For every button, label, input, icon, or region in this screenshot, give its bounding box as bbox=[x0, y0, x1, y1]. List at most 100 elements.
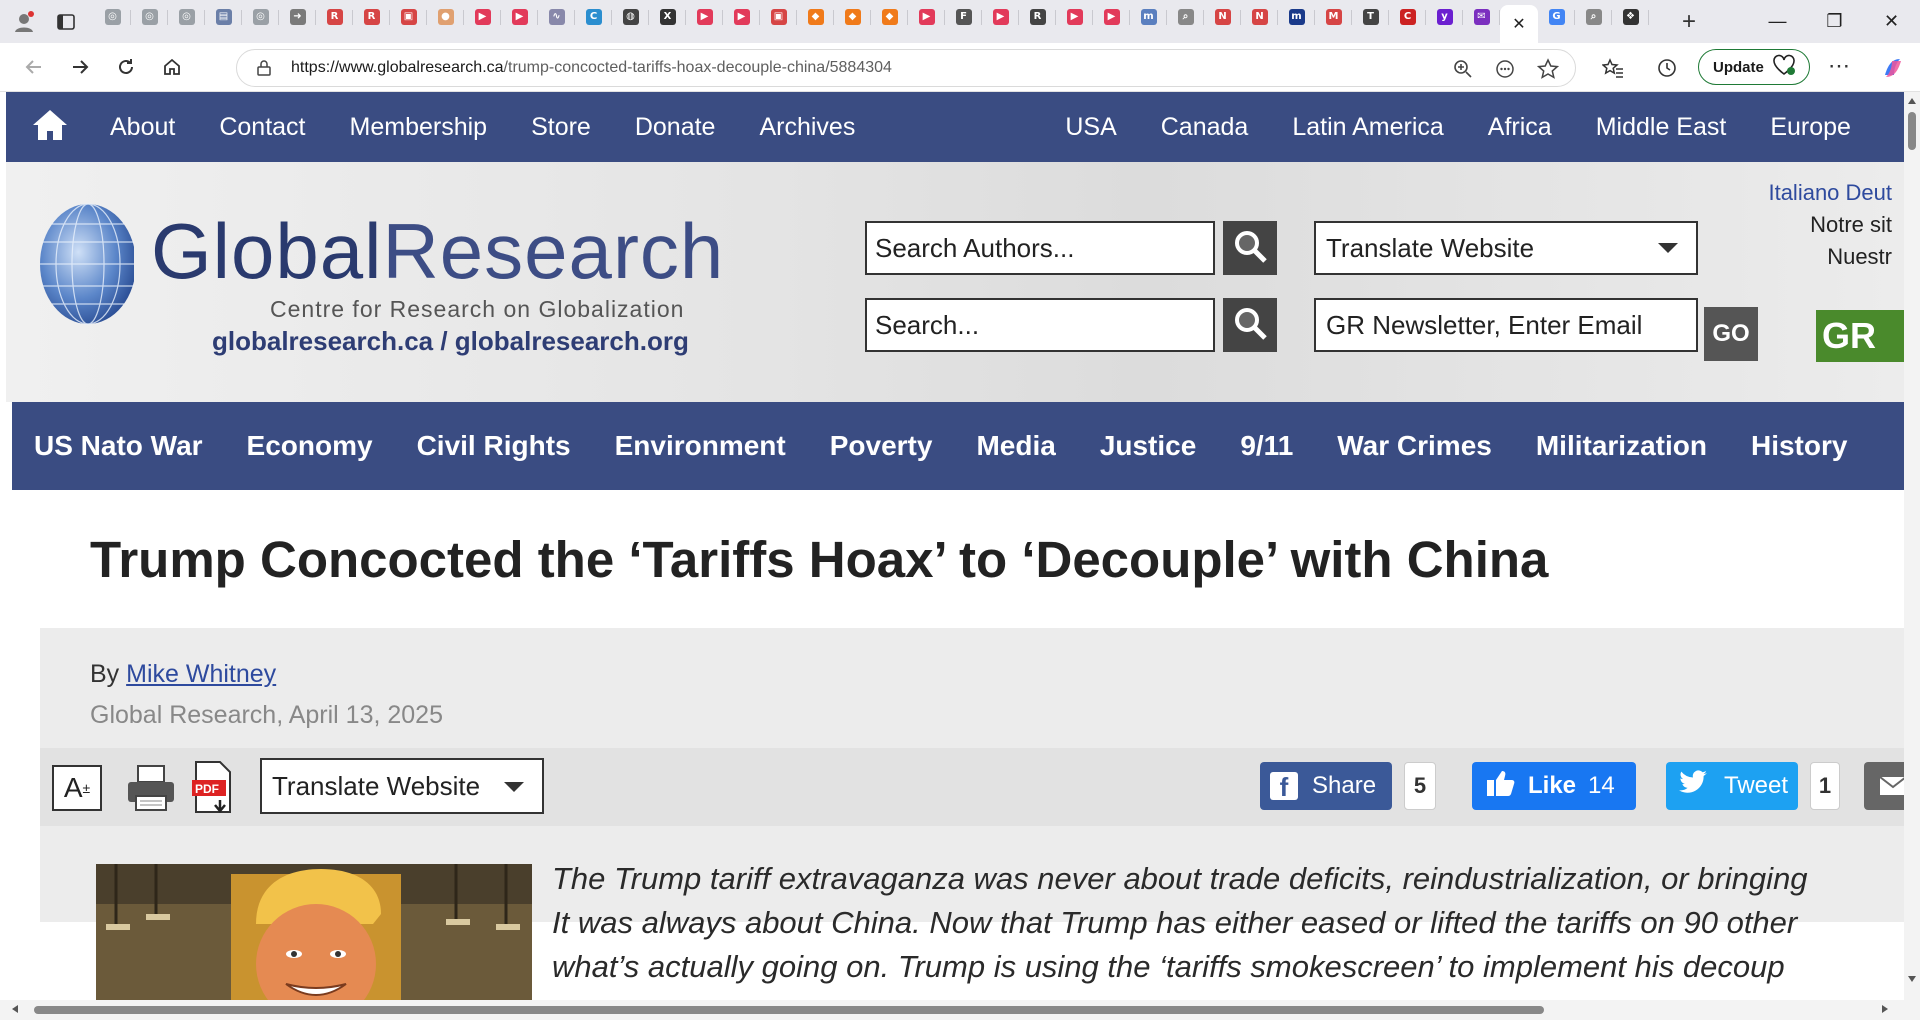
email-share-icon[interactable] bbox=[1864, 762, 1904, 810]
browser-tab[interactable]: ◎ bbox=[242, 0, 279, 34]
topnav-link-contact[interactable]: Contact bbox=[219, 113, 305, 142]
browser-tab[interactable]: ⌕ bbox=[1167, 0, 1204, 34]
browser-tab[interactable]: C bbox=[575, 0, 612, 34]
back-button[interactable] bbox=[12, 49, 56, 85]
globe-logo-icon[interactable] bbox=[30, 202, 134, 328]
scroll-thumb[interactable] bbox=[1908, 112, 1916, 150]
topnav-link-donate[interactable]: Donate bbox=[635, 113, 716, 142]
browser-tab[interactable]: ✕ bbox=[1500, 5, 1538, 43]
browser-tab[interactable]: ❖ bbox=[1612, 0, 1649, 34]
horizontal-scrollbar[interactable] bbox=[0, 1000, 1904, 1020]
browser-tab[interactable]: ▶ bbox=[686, 0, 723, 34]
browser-tab[interactable]: C bbox=[1389, 0, 1426, 34]
category-link-9-11[interactable]: 9/11 bbox=[1240, 430, 1293, 462]
reading-icon[interactable] bbox=[1495, 59, 1515, 84]
browser-tab[interactable]: F bbox=[945, 0, 982, 34]
browser-tab[interactable]: ● bbox=[427, 0, 464, 34]
site-info-icon[interactable] bbox=[255, 59, 273, 82]
browser-tab[interactable]: ◎ bbox=[94, 0, 131, 34]
scroll-up-arrow[interactable] bbox=[1908, 98, 1916, 104]
browser-tab[interactable]: G bbox=[1538, 0, 1575, 34]
tweet-button[interactable]: Tweet bbox=[1666, 762, 1798, 810]
category-link-civil-rights[interactable]: Civil Rights bbox=[417, 430, 571, 462]
browser-tab[interactable]: ▣ bbox=[390, 0, 427, 34]
scroll-left-arrow[interactable] bbox=[12, 1005, 18, 1013]
browser-tab[interactable]: m bbox=[1130, 0, 1167, 34]
browser-tab[interactable]: ▣ bbox=[760, 0, 797, 34]
search-button[interactable] bbox=[1223, 298, 1277, 352]
url-bar[interactable]: https://www.globalresearch.ca/trump-conc… bbox=[236, 49, 1576, 87]
browser-tab[interactable]: R bbox=[1019, 0, 1056, 34]
translate-website-select[interactable]: Translate Website bbox=[1314, 221, 1698, 275]
browser-tab[interactable]: ▶ bbox=[723, 0, 760, 34]
category-link-militarization[interactable]: Militarization bbox=[1536, 430, 1707, 462]
browser-tab[interactable]: ◆ bbox=[834, 0, 871, 34]
category-link-history[interactable]: History bbox=[1751, 430, 1847, 462]
like-button[interactable]: Like 14 bbox=[1472, 762, 1636, 810]
facebook-share-button[interactable]: f Share bbox=[1260, 762, 1392, 810]
author-link[interactable]: Mike Whitney bbox=[126, 660, 276, 688]
close-window-icon[interactable]: ✕ bbox=[1863, 0, 1920, 43]
region-link-usa[interactable]: USA bbox=[1065, 113, 1116, 142]
more-options-icon[interactable]: ⋯ bbox=[1828, 53, 1850, 79]
profile-avatar-icon[interactable] bbox=[10, 8, 38, 36]
scroll-right-arrow[interactable] bbox=[1882, 1005, 1888, 1013]
category-link-us-nato-war[interactable]: US Nato War bbox=[34, 430, 203, 462]
update-button[interactable]: Update bbox=[1698, 49, 1810, 85]
category-link-poverty[interactable]: Poverty bbox=[830, 430, 933, 462]
category-link-war-crimes[interactable]: War Crimes bbox=[1337, 430, 1492, 462]
newsletter-email-input[interactable]: GR Newsletter, Enter Email bbox=[1314, 298, 1698, 352]
category-link-environment[interactable]: Environment bbox=[615, 430, 786, 462]
topnav-link-archives[interactable]: Archives bbox=[759, 113, 855, 142]
browser-tab[interactable]: ◎ bbox=[168, 0, 205, 34]
tab-actions-icon[interactable] bbox=[52, 8, 80, 36]
browser-tab[interactable]: ▶ bbox=[1093, 0, 1130, 34]
topnav-link-store[interactable]: Store bbox=[531, 113, 591, 142]
browser-tab[interactable]: ▶ bbox=[908, 0, 945, 34]
newsletter-go-button[interactable]: GO bbox=[1704, 307, 1758, 361]
browser-tab[interactable]: ◍ bbox=[612, 0, 649, 34]
browser-tab[interactable]: M bbox=[1315, 0, 1352, 34]
copilot-icon[interactable] bbox=[1880, 55, 1906, 86]
browser-tab[interactable]: ➜ bbox=[279, 0, 316, 34]
region-link-europe[interactable]: Europe bbox=[1770, 113, 1851, 142]
browser-tab[interactable]: ▶ bbox=[501, 0, 538, 34]
search-authors-input[interactable]: Search Authors... bbox=[865, 221, 1215, 275]
category-link-justice[interactable]: Justice bbox=[1100, 430, 1197, 462]
browser-tab[interactable]: ∿ bbox=[538, 0, 575, 34]
minimize-icon[interactable]: — bbox=[1749, 0, 1806, 43]
browser-tab[interactable]: ✉ bbox=[1463, 0, 1500, 34]
browser-tab[interactable]: ◎ bbox=[131, 0, 168, 34]
browser-tab[interactable]: ◆ bbox=[797, 0, 834, 34]
browser-tab[interactable]: R bbox=[316, 0, 353, 34]
gr-banner[interactable]: GR bbox=[1816, 310, 1904, 362]
browser-tab[interactable]: ▤ bbox=[205, 0, 242, 34]
favorite-star-icon[interactable] bbox=[1536, 58, 1560, 85]
logo-title[interactable]: GlobalResearch bbox=[151, 206, 724, 297]
browser-tab[interactable]: ▶ bbox=[982, 0, 1019, 34]
region-link-latin-america[interactable]: Latin America bbox=[1292, 113, 1443, 142]
favorites-icon[interactable] bbox=[1601, 57, 1624, 84]
topnav-link-membership[interactable]: Membership bbox=[350, 113, 488, 142]
region-link-middle-east[interactable]: Middle East bbox=[1596, 113, 1727, 142]
font-size-icon[interactable]: A ± bbox=[52, 765, 102, 811]
article-translate-select[interactable]: Translate Website bbox=[260, 758, 544, 814]
browser-tab[interactable]: N bbox=[1241, 0, 1278, 34]
browser-tab[interactable]: ⌕ bbox=[1575, 0, 1612, 34]
article-image[interactable] bbox=[96, 864, 532, 1020]
new-tab-button[interactable]: + bbox=[1669, 5, 1709, 39]
browser-tab[interactable]: ▶ bbox=[464, 0, 501, 34]
hscroll-thumb[interactable] bbox=[34, 1006, 1544, 1014]
forward-button[interactable] bbox=[58, 49, 102, 85]
scroll-down-arrow[interactable] bbox=[1908, 976, 1916, 982]
language-link-italiano[interactable]: Italiano Deut bbox=[1768, 177, 1892, 209]
topnav-link-about[interactable]: About bbox=[110, 113, 175, 142]
category-link-economy[interactable]: Economy bbox=[247, 430, 373, 462]
search-input[interactable]: Search... bbox=[865, 298, 1215, 352]
logo-url[interactable]: globalresearch.ca / globalresearch.org bbox=[212, 326, 689, 357]
browser-tab[interactable]: T bbox=[1352, 0, 1389, 34]
print-icon[interactable] bbox=[124, 760, 178, 819]
browser-tab[interactable]: X bbox=[649, 0, 686, 34]
browser-tab[interactable]: R bbox=[353, 0, 390, 34]
restore-icon[interactable]: ❐ bbox=[1806, 0, 1863, 43]
